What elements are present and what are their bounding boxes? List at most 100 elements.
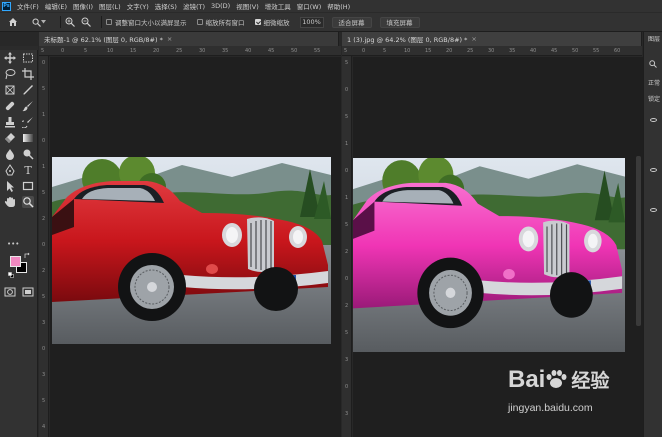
- separator: [60, 16, 61, 28]
- ruler-tick-label: 30: [199, 48, 206, 54]
- menu-layer[interactable]: 图层(L): [99, 1, 121, 11]
- history-brush-tool-icon[interactable]: [22, 116, 34, 128]
- ruler-tick-label: 5: [42, 294, 46, 300]
- vertical-scrollbar[interactable]: [636, 156, 641, 326]
- menu-select[interactable]: 选择(S): [155, 1, 177, 11]
- document-canvas-left[interactable]: [50, 57, 341, 437]
- eye-icon[interactable]: [650, 168, 657, 172]
- watermark-brand-suffix: 经验: [571, 371, 610, 392]
- ruler-tick-label: 2: [42, 216, 46, 222]
- eye-icon[interactable]: [650, 208, 657, 212]
- pen-tool-icon[interactable]: [4, 164, 16, 176]
- ruler-tick-label: 50: [572, 48, 579, 54]
- close-icon[interactable]: ×: [167, 35, 172, 43]
- lock-label: 锁定: [648, 96, 661, 103]
- menu-3d[interactable]: 3D(D): [211, 2, 230, 10]
- eraser-tool-icon[interactable]: [4, 132, 16, 144]
- ruler-tick-label: 1: [345, 195, 349, 201]
- zoom-tool-preset[interactable]: [32, 16, 46, 28]
- brush-tool-icon[interactable]: [22, 100, 34, 112]
- zoom-tool-icon[interactable]: [22, 196, 34, 208]
- menu-view[interactable]: 视图(V): [236, 1, 259, 11]
- fill-screen-button[interactable]: 填充屏幕: [379, 16, 420, 28]
- toolbar-grip[interactable]: [0, 46, 38, 50]
- ruler-tick-label: 55: [314, 48, 321, 54]
- watermark-url: jingyan.baidu.com: [508, 402, 593, 414]
- menu-window[interactable]: 窗口(W): [297, 1, 322, 11]
- zoom-percent-field[interactable]: 100%: [299, 16, 324, 28]
- move-tool-icon[interactable]: [4, 52, 16, 64]
- vertical-ruler-right[interactable]: 5 0 5 1 0 1 5 2 0 2 5 3 0 3: [342, 56, 352, 437]
- eye-icon[interactable]: [650, 118, 657, 122]
- ruler-tick-label: 4: [42, 424, 46, 430]
- paw-icon: [546, 370, 567, 388]
- ruler-tick-label: 50: [291, 48, 298, 54]
- rectangle-tool-icon[interactable]: [22, 180, 34, 192]
- ruler-tick-label: 1: [42, 164, 46, 170]
- layers-tab[interactable]: 图层: [648, 34, 660, 43]
- vertical-ruler-left[interactable]: 0 5 1 0 1 5 2 0 2 5 3 0 3 5 4: [39, 56, 49, 437]
- checkbox-box[interactable]: [106, 19, 112, 25]
- zoom-all-windows-checkbox[interactable]: 缩放所有窗口: [196, 17, 245, 27]
- menu-help[interactable]: 帮助(H): [327, 1, 350, 11]
- ruler-tick-label: 30: [488, 48, 495, 54]
- ruler-tick-label: 15: [425, 48, 432, 54]
- ruler-tick-label: 1: [42, 112, 46, 118]
- tab-untitled-1[interactable]: 未标题-1 @ 62.1% (图层 0, RGB/8#) * ×: [39, 32, 339, 46]
- home-icon[interactable]: [8, 17, 18, 27]
- tab-1-3-jpg[interactable]: 1 (3).jpg @ 64.2% (图层 0, RGB/8#) * ×: [342, 32, 642, 46]
- scrubby-zoom-checkbox[interactable]: 细微缩放: [254, 17, 290, 27]
- blend-mode-select[interactable]: 正常: [648, 78, 660, 87]
- path-selection-tool-icon[interactable]: [4, 180, 16, 192]
- ruler-tick-label: 35: [222, 48, 229, 54]
- ruler-tick-label: 3: [42, 372, 46, 378]
- menu-filter[interactable]: 滤镜(T): [183, 1, 205, 11]
- ruler-tick-label: 25: [176, 48, 183, 54]
- edit-toolbar-icon[interactable]: •••: [7, 240, 19, 248]
- checkbox-box[interactable]: [196, 19, 203, 25]
- lasso-tool-icon[interactable]: [4, 68, 16, 80]
- separator: [101, 16, 102, 28]
- horizontal-ruler-right[interactable]: 5 0 5 10 15 20 25 30 35 40 45 50 55 60: [342, 46, 642, 56]
- resize-window-checkbox[interactable]: 调整窗口大小以满屏显示: [106, 17, 187, 27]
- horizontal-ruler-left[interactable]: 5 0 5 10 15 20 25 30 35 40 45 50 55: [39, 46, 341, 56]
- screen-mode-icon[interactable]: [22, 286, 34, 298]
- photoshop-window: Ps 文件(F) 编辑(E) 图像(I) 图层(L) 文字(Y) 选择(S) 滤…: [0, 0, 662, 437]
- type-tool-icon[interactable]: T: [22, 164, 34, 177]
- ruler-tick-label: 0: [345, 276, 349, 282]
- hand-tool-icon[interactable]: [4, 196, 16, 208]
- pink-car-photo: [353, 158, 625, 352]
- healing-brush-tool-icon[interactable]: [4, 100, 16, 112]
- swap-colors-icon[interactable]: [24, 252, 31, 259]
- menu-type[interactable]: 文字(Y): [127, 1, 149, 11]
- crop-tool-icon[interactable]: [22, 68, 34, 80]
- ruler-tick-label: 5: [345, 330, 349, 336]
- ruler-tick-label: 0: [42, 60, 46, 66]
- ruler-tick-label: 15: [130, 48, 137, 54]
- menu-plugins[interactable]: 增效工具: [265, 1, 291, 11]
- menu-edit[interactable]: 编辑(E): [45, 1, 67, 11]
- eyedropper-tool-icon[interactable]: [22, 84, 34, 96]
- checkbox-box-checked[interactable]: [254, 19, 261, 25]
- default-colors-icon[interactable]: [8, 272, 14, 278]
- blur-tool-icon[interactable]: [4, 148, 16, 160]
- zoom-out-icon[interactable]: [81, 17, 91, 27]
- dodge-tool-icon[interactable]: [22, 148, 34, 160]
- menu-image[interactable]: 图像(I): [73, 1, 93, 11]
- ruler-tick-label: 0: [42, 138, 46, 144]
- ruler-tick-label: 2: [345, 249, 349, 255]
- marquee-tool-icon[interactable]: [22, 52, 34, 64]
- tab-title: 未标题-1 @ 62.1% (图层 0, RGB/8#) *: [44, 36, 163, 44]
- menu-file[interactable]: 文件(F): [17, 1, 39, 11]
- frame-tool-icon[interactable]: [4, 84, 16, 96]
- foreground-color-swatch[interactable]: [10, 256, 21, 267]
- fit-screen-button[interactable]: 适合屏幕: [331, 16, 372, 28]
- clone-stamp-tool-icon[interactable]: [4, 116, 16, 128]
- close-icon[interactable]: ×: [471, 35, 476, 43]
- ruler-tick-label: 0: [345, 87, 349, 93]
- ps-logo: Ps: [2, 1, 11, 11]
- gradient-tool-icon[interactable]: [22, 132, 34, 144]
- quick-mask-icon[interactable]: [4, 286, 16, 298]
- zoom-in-icon[interactable]: [65, 17, 75, 27]
- search-icon[interactable]: [649, 60, 657, 68]
